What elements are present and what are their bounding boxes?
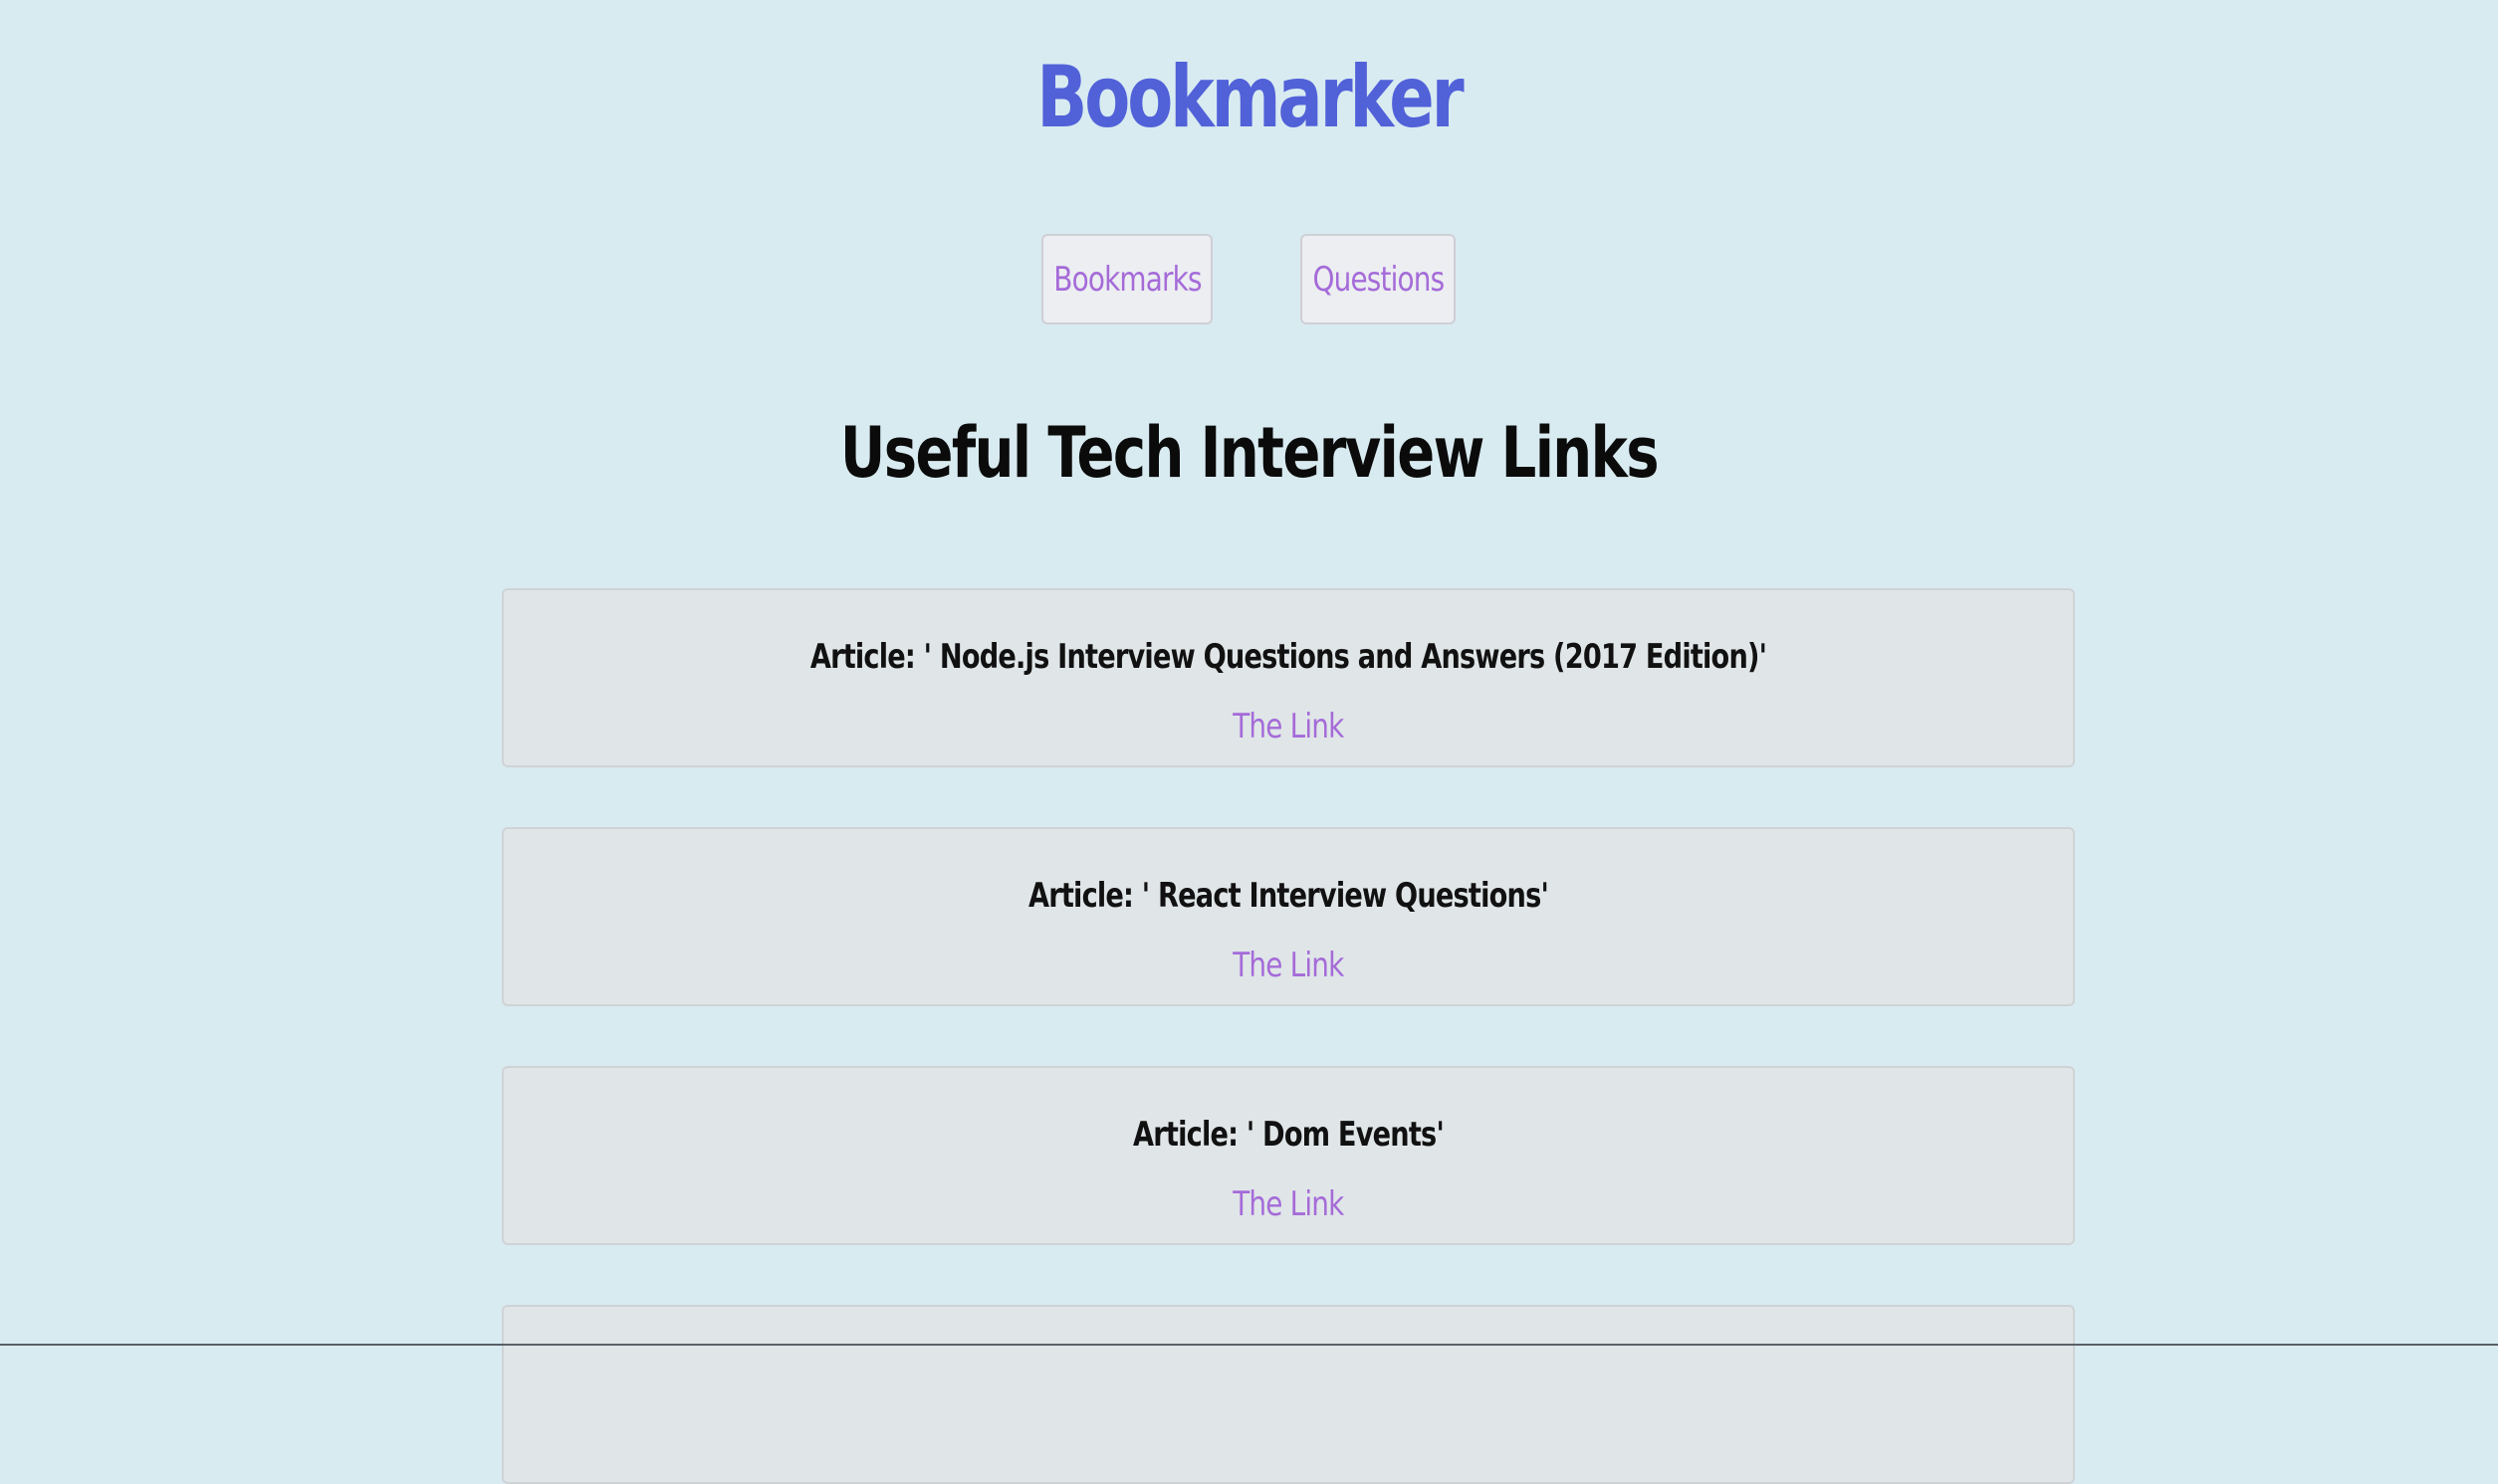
bookmark-card-react: Article: ' React Interview Questions' Th… bbox=[502, 827, 2075, 1006]
page-title: Useful Tech Interview Links bbox=[839, 412, 1660, 494]
questions-button[interactable]: Questions bbox=[1300, 234, 1456, 324]
bookmark-card-partial bbox=[502, 1305, 2075, 1484]
bookmark-card-link[interactable] bbox=[504, 1420, 2073, 1466]
bookmark-card-nodejs: Article: ' Node.js Interview Questions a… bbox=[502, 588, 2075, 767]
bookmark-card-link[interactable]: The Link bbox=[504, 704, 2073, 749]
bookmark-card-dom-events: Article: ' Dom Events' The Link bbox=[502, 1066, 2075, 1245]
bookmark-card-title: Article: ' Dom Events' bbox=[1133, 1115, 1445, 1155]
bookmark-card-title: Article: ' React Interview Questions' bbox=[1027, 876, 1549, 916]
bookmark-card-link[interactable]: The Link bbox=[504, 943, 2073, 988]
bookmark-card-link[interactable]: The Link bbox=[504, 1181, 2073, 1227]
bookmarks-button[interactable]: Bookmarks bbox=[1041, 234, 1213, 324]
app-title: Bookmarker bbox=[1036, 48, 1464, 147]
bookmark-card-link-label: The Link bbox=[1233, 946, 1344, 985]
bookmark-card-title: Article: ' Node.js Interview Questions a… bbox=[809, 637, 1767, 677]
questions-button-label: Questions bbox=[1312, 259, 1445, 300]
bookmark-card-link-label: The Link bbox=[1233, 707, 1344, 746]
bookmark-card-link-label: The Link bbox=[1233, 1184, 1344, 1224]
bookmarks-button-label: Bookmarks bbox=[1052, 259, 1202, 300]
